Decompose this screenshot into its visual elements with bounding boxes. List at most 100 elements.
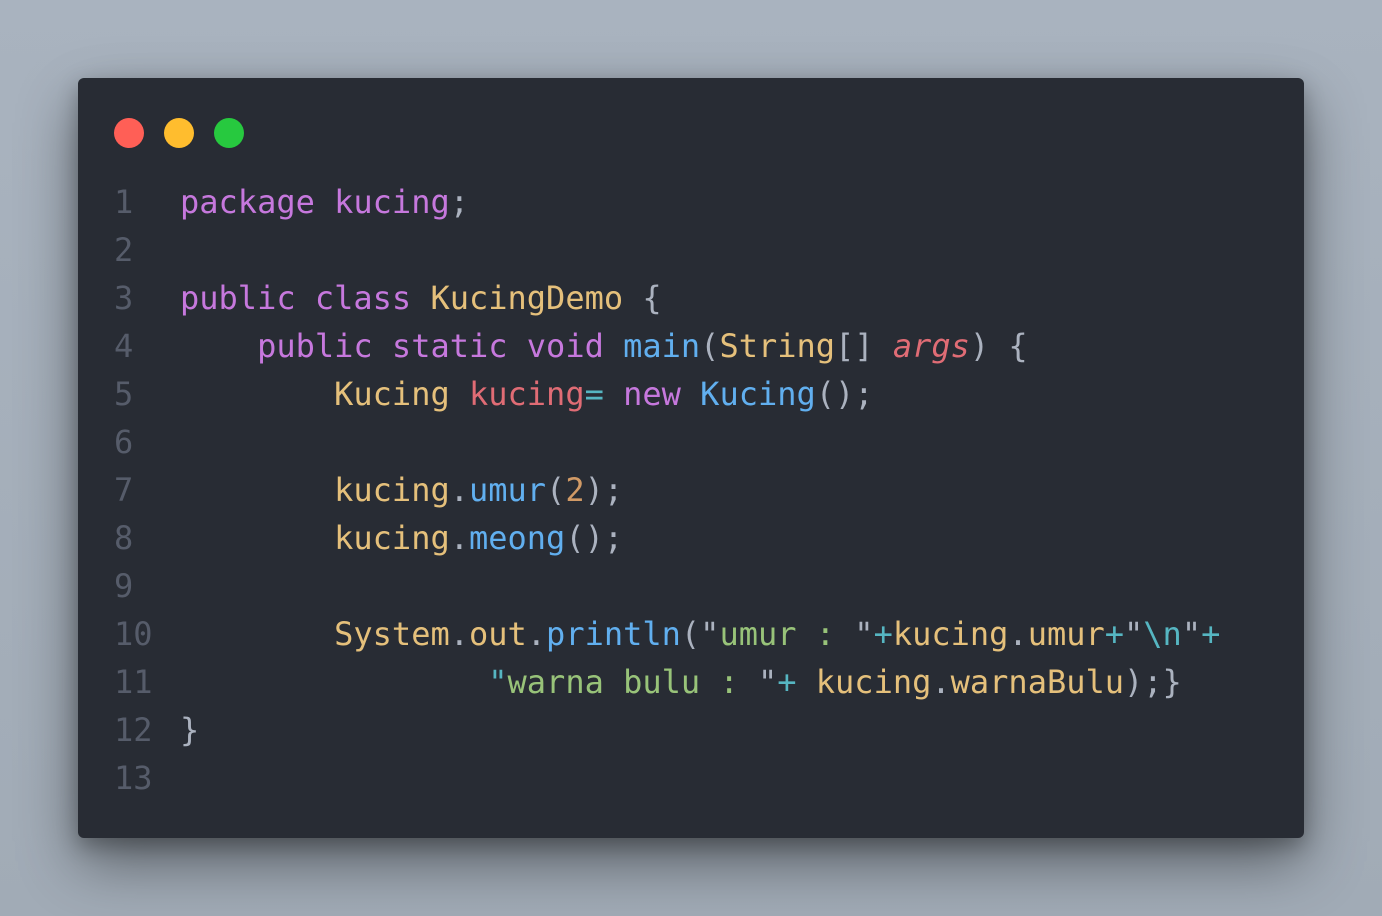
code-token: .: [931, 663, 951, 701]
code-token: public: [257, 327, 373, 365]
code-token: kucing: [334, 183, 450, 221]
line-number: 2: [114, 231, 134, 269]
code-token: );: [584, 471, 624, 509]
code-token: +: [1201, 615, 1221, 653]
line-number: 11: [114, 663, 153, 701]
code-token: =: [584, 375, 604, 413]
line-number: 10: [114, 615, 153, 653]
code-token: 2: [565, 471, 585, 509]
code-token: main: [623, 327, 701, 365]
close-dot-icon[interactable]: [114, 118, 144, 148]
code-token: kucing: [815, 663, 932, 701]
line-number: 5: [114, 375, 134, 413]
code-line: 11 "warna bulu : "+ kucing.warnaBulu);}: [114, 658, 1220, 706]
line-source: Kucing kucing= new Kucing();: [180, 370, 874, 418]
code-token: static: [391, 327, 508, 365]
code-line: 9: [114, 562, 1220, 610]
code-token: println: [546, 615, 681, 653]
code-token: new: [623, 375, 681, 413]
code-token: package: [180, 183, 315, 221]
code-token: ": [1181, 615, 1202, 653]
line-source: System.out.println("umur : "+kucing.umur…: [180, 610, 1220, 658]
code-token: Kucing: [700, 375, 816, 413]
line-source: kucing.meong();: [180, 514, 623, 562]
line-number: 12: [114, 711, 153, 749]
code-line: 2: [114, 226, 1220, 274]
code-line: 4 public static void main(String[] args)…: [114, 322, 1220, 370]
line-number: 3: [114, 279, 134, 317]
code-line: 1 package kucing;: [114, 178, 1220, 226]
code-token: \n: [1143, 615, 1182, 653]
code-token: []: [835, 327, 893, 365]
code-token: .: [449, 615, 469, 653]
code-token: .: [449, 519, 469, 557]
code-token: out: [468, 615, 527, 653]
line-source: public static void main(String[] args) {: [180, 322, 1028, 370]
code-token: kucing: [334, 471, 450, 509]
code-block: 1 package kucing; 2 3 public class KucingDem…: [114, 178, 1220, 802]
code-line: 12}: [114, 706, 1220, 754]
code-line: 6: [114, 418, 1220, 466]
code-token: args: [892, 327, 970, 365]
code-token: +: [873, 615, 893, 653]
minimize-dot-icon[interactable]: [164, 118, 194, 148]
line-number: 13: [114, 759, 153, 797]
code-token: );}: [1124, 663, 1182, 701]
code-window: 1 package kucing; 2 3 public class KucingDem…: [78, 78, 1304, 838]
code-line: 5 Kucing kucing= new Kucing();: [114, 370, 1220, 418]
code-token: kucing: [892, 615, 1009, 653]
code-token: warnaBulu: [950, 663, 1125, 701]
code-token: (": [680, 615, 720, 653]
code-token: ) {: [969, 327, 1028, 365]
code-token: umur :: [719, 615, 855, 653]
code-token: .: [449, 471, 469, 509]
code-token: umur: [1027, 615, 1105, 653]
code-token: kucing: [334, 519, 450, 557]
code-token: ": [757, 663, 778, 701]
code-line: 3 public class KucingDemo {: [114, 274, 1220, 322]
code-token: warna bulu :: [507, 663, 758, 701]
line-number: 1: [114, 183, 134, 221]
code-token: (: [546, 471, 566, 509]
line-number: 8: [114, 519, 134, 557]
line-number: 4: [114, 327, 134, 365]
code-token: .: [526, 615, 547, 653]
code-token: {: [623, 279, 662, 317]
code-token: ": [854, 615, 874, 653]
line-source: public class KucingDemo {: [180, 274, 662, 322]
code-token: ();: [815, 375, 874, 413]
code-token: ();: [565, 519, 624, 557]
line-source: package kucing;: [180, 178, 469, 226]
code-token: void: [526, 327, 604, 365]
code-token: }: [180, 711, 200, 749]
line-number: 7: [114, 471, 134, 509]
line-source: }: [180, 706, 199, 754]
code-token: .: [1008, 615, 1028, 653]
code-line: 8 kucing.meong();: [114, 514, 1220, 562]
code-token: +: [777, 663, 797, 701]
code-line: 13: [114, 754, 1220, 802]
line-source: kucing.umur(2);: [180, 466, 623, 514]
maximize-dot-icon[interactable]: [214, 118, 244, 148]
line-number: 6: [114, 423, 134, 461]
code-token: public: [180, 279, 296, 317]
code-token: meong: [468, 519, 566, 557]
code-token: ": [488, 663, 508, 701]
code-token: System: [334, 615, 450, 653]
code-token: umur: [468, 471, 547, 509]
